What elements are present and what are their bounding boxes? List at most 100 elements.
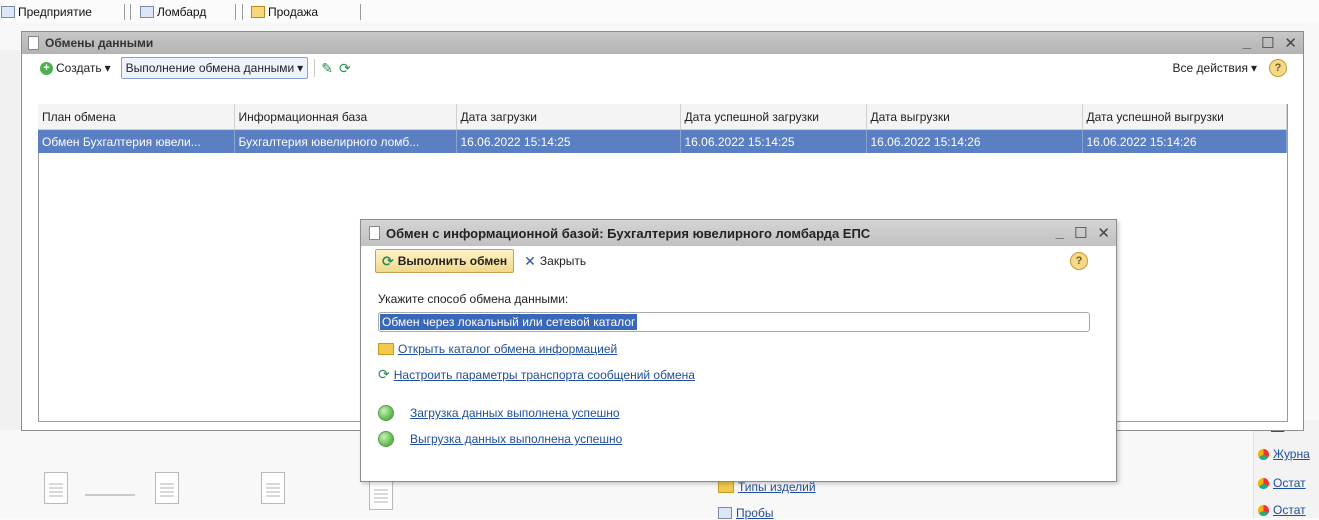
table-cell[interactable]: 16.06.2022 15:14:26 [866, 129, 1083, 153]
create-label: Создать [56, 61, 102, 75]
sales-icon [251, 6, 265, 18]
dialog-window-controls: _ ☐ ✕ [1056, 224, 1110, 242]
open-catalog-row: Открыть каталог обмена информацией [378, 342, 1098, 356]
right-link-balance-2[interactable]: Остат [1258, 503, 1306, 517]
all-actions-button[interactable]: Все действия ▾ [1169, 58, 1262, 78]
table-cell[interactable]: 16.06.2022 15:14:25 [680, 129, 867, 153]
unload-status-row: Выгрузка данных выполнена успешно [378, 431, 1098, 447]
section-enterprise[interactable]: Предприятие [1, 4, 92, 20]
document-icon[interactable] [261, 472, 285, 504]
help-icon[interactable]: ? [1269, 59, 1287, 77]
separator [124, 4, 125, 20]
toolbar-separator [314, 59, 316, 77]
dialog-title: Обмен с информационной базой: Бухгалтери… [386, 225, 871, 241]
run-exchange-button[interactable]: ⟳ Выполнить обмен [375, 249, 515, 273]
connector-line [85, 494, 135, 496]
report-icon [1258, 448, 1269, 460]
column-header[interactable]: План обмена [38, 104, 235, 130]
create-button[interactable]: + Создать ▾ [36, 58, 115, 78]
settings-gear-icon: ⟳ [378, 366, 390, 382]
exchange-execution-label: Выполнение обмена данными [125, 61, 295, 75]
edit-pencil-icon[interactable]: ✎ [321, 60, 333, 77]
section-sales[interactable]: Продажа [251, 4, 318, 20]
close-dialog-button[interactable]: ✕ Закрыть [524, 253, 586, 270]
close-label: Закрыть [539, 254, 587, 268]
separator [242, 4, 243, 20]
main-toolbar: + Создать ▾ Выполнение обмена данными ▾ … [22, 54, 1303, 82]
separator [360, 4, 361, 20]
column-header[interactable]: Дата выгрузки [866, 104, 1083, 130]
chevron-down-icon: ▾ [104, 61, 111, 75]
exchange-execution-button[interactable]: Выполнение обмена данными ▾ [120, 57, 309, 79]
report-icon [1258, 477, 1269, 489]
refresh-icon[interactable]: ⟳ [339, 60, 351, 77]
folder-icon [378, 343, 394, 355]
column-header[interactable]: Дата успешной выгрузки [1082, 104, 1287, 130]
minimize-button[interactable]: _ [1243, 34, 1251, 52]
list-icon [718, 507, 732, 519]
transport-settings-link[interactable]: Настроить параметры транспорта сообщений… [394, 368, 695, 382]
document-icon[interactable] [155, 472, 179, 504]
document-icon[interactable] [369, 478, 393, 510]
open-catalog-link[interactable]: Открыть каталог обмена информацией [398, 342, 617, 356]
pawnshop-icon [140, 6, 154, 18]
sync-icon: ⟳ [382, 252, 394, 269]
unload-status-link[interactable]: Выгрузка данных выполнена успешно [410, 432, 622, 446]
dialog-body: Укажите способ обмена данными: Обмен чер… [378, 292, 1098, 447]
column-header[interactable]: Информационная база [234, 104, 457, 130]
close-button[interactable]: ✕ [1097, 224, 1110, 242]
maximize-button[interactable]: ☐ [1261, 34, 1274, 52]
success-indicator-icon [378, 431, 394, 447]
exchanges-table: План обмена Информационная база Дата заг… [38, 104, 1287, 153]
dialog-titlebar[interactable]: Обмен с информационной базой: Бухгалтери… [361, 220, 1116, 246]
run-exchange-label: Выполнить обмен [397, 254, 508, 268]
chevron-down-icon: ▾ [1250, 61, 1257, 75]
right-link-balance-1[interactable]: Остат [1258, 476, 1306, 490]
all-actions-area: Все действия ▾ ? [1169, 58, 1287, 78]
help-icon[interactable]: ? [1070, 252, 1088, 270]
section-label: Ломбард [157, 5, 207, 19]
folder-icon [718, 481, 734, 493]
enterprise-icon [1, 6, 15, 18]
table-row[interactable]: Обмен Бухгалтерия ювели... Бухгалтерия ю… [38, 129, 1287, 153]
document-icon[interactable] [44, 472, 68, 504]
left-panel-fragment [0, 50, 20, 430]
all-actions-label: Все действия [1172, 61, 1248, 75]
dialog-toolbar: ⟳ Выполнить обмен ✕ Закрыть ? [361, 246, 1116, 276]
document-icon [369, 226, 380, 240]
column-header[interactable]: Дата успешной загрузки [680, 104, 867, 130]
load-status-link[interactable]: Загрузка данных выполнена успешно [410, 406, 620, 420]
exchange-method-label: Укажите способ обмена данными: [378, 292, 569, 306]
table-header-row: План обмена Информационная база Дата заг… [38, 104, 1287, 130]
document-icon [28, 36, 39, 50]
close-button[interactable]: ✕ [1284, 34, 1297, 52]
separator [130, 4, 131, 20]
success-indicator-icon [378, 405, 394, 421]
section-label: Продажа [268, 5, 319, 19]
table-cell[interactable]: Бухгалтерия ювелирного ломб... [234, 129, 457, 153]
close-x-icon: ✕ [524, 252, 536, 269]
separator [235, 4, 236, 20]
load-status-row: Загрузка данных выполнена успешно [378, 405, 1098, 421]
section-label: Предприятие [18, 5, 92, 19]
chevron-down-icon: ▾ [297, 61, 304, 75]
section-pawnshop[interactable]: Ломбард [140, 4, 206, 20]
window-title: Обмены данными [45, 36, 154, 50]
window-controls: _ ☐ ✕ [1243, 34, 1297, 52]
right-link-journal[interactable]: Журна [1258, 447, 1310, 461]
table-cell[interactable]: 16.06.2022 15:14:26 [1082, 129, 1287, 153]
column-header[interactable]: Дата загрузки [456, 104, 681, 130]
exchange-dialog: Обмен с информационной базой: Бухгалтери… [360, 219, 1117, 482]
table-cell[interactable]: 16.06.2022 15:14:25 [456, 129, 681, 153]
minimize-button[interactable]: _ [1056, 224, 1064, 242]
table-cell[interactable]: Обмен Бухгалтерия ювели... [38, 129, 235, 153]
center-link-product-types[interactable]: Типы изделий [718, 480, 816, 494]
exchange-method-field[interactable]: Обмен через локальный или сетевой катало… [378, 312, 1090, 332]
report-icon [1258, 504, 1269, 516]
exchange-method-value: Обмен через локальный или сетевой катало… [380, 314, 638, 330]
window-titlebar[interactable]: Обмены данными _ ☐ ✕ [22, 32, 1303, 54]
maximize-button[interactable]: ☐ [1074, 224, 1087, 242]
plus-icon: + [40, 61, 53, 75]
transport-settings-row: ⟳ Настроить параметры транспорта сообщен… [378, 366, 1098, 383]
sections-bar: Предприятие Ломбард Продажа [0, 0, 1319, 22]
